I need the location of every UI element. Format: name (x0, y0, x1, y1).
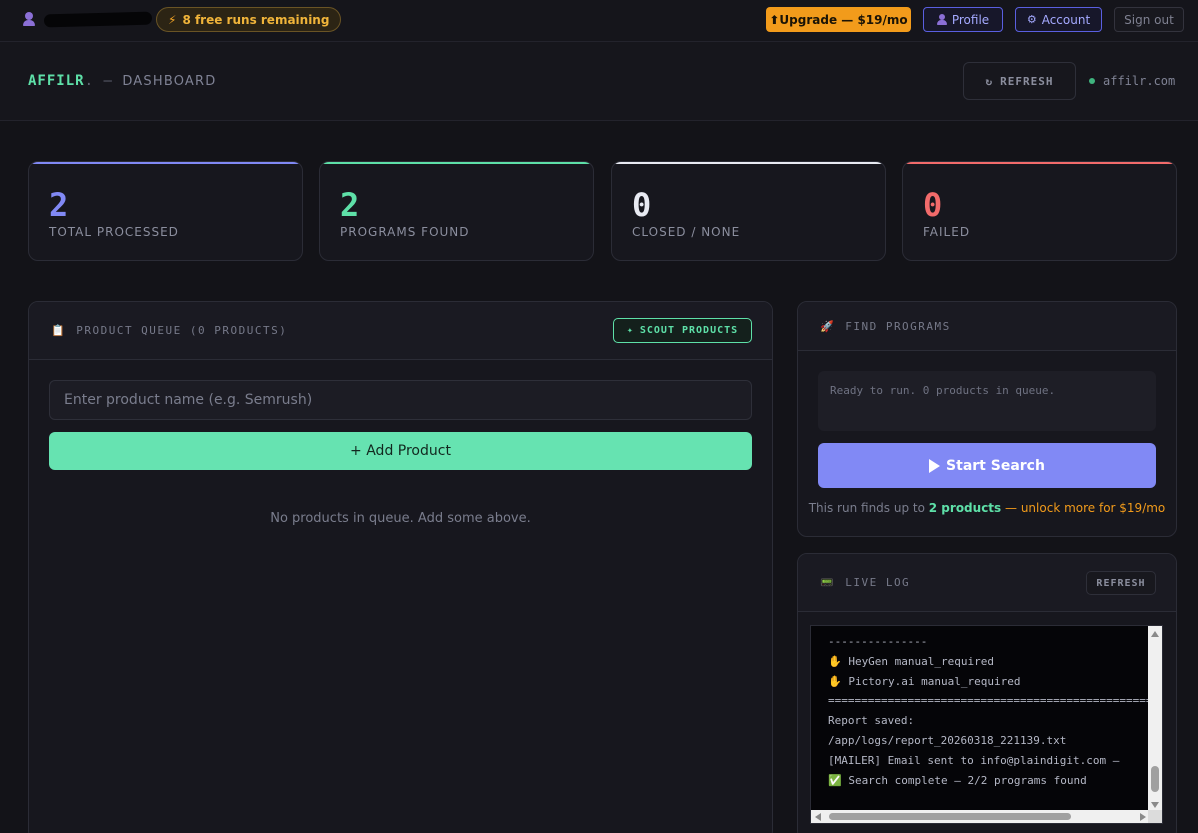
start-search-button[interactable]: Start Search (818, 443, 1156, 488)
profile-button[interactable]: Profile (923, 7, 1003, 32)
logo-text[interactable]: AFFILR (28, 73, 85, 89)
log-line: --------------- (828, 635, 928, 648)
horizontal-scrollbar[interactable] (811, 810, 1150, 823)
log-line: ✅ Search complete — 2/2 programs found (828, 773, 1087, 787)
user-menu[interactable] (22, 11, 153, 27)
log-lines: --------------- ✋ HeyGen manual_required… (828, 632, 1148, 790)
live-log-title-text: LIVE LOG (845, 576, 911, 589)
start-search-label: Start Search (946, 457, 1045, 474)
page-title: DASHBOARD (122, 74, 217, 89)
sparkle-icon: ✦ (626, 325, 634, 336)
stat-accent-bar (612, 162, 885, 164)
logo-dot: . (84, 73, 95, 89)
scroll-right-icon[interactable] (1140, 813, 1146, 821)
live-log-header: 📟 LIVE LOG REFRESH (798, 554, 1176, 612)
find-programs-title-text: FIND PROGRAMS (845, 320, 951, 333)
refresh-icon: ↻ (985, 74, 994, 88)
log-refresh-button[interactable]: REFRESH (1086, 571, 1156, 595)
log-line: [MAILER] Email sent to info@plaindigit.c… (828, 753, 1120, 767)
scrollbar-corner (1148, 810, 1162, 823)
product-queue-panel: 📋 PRODUCT QUEUE (0 PRODUCTS) ✦ SCOUT PRO… (28, 301, 773, 833)
scout-products-button[interactable]: ✦ SCOUT PRODUCTS (613, 318, 752, 343)
add-product-label: + Add Product (350, 443, 451, 459)
scroll-up-icon[interactable] (1151, 631, 1159, 637)
log-line: /app/logs/report_20260318_221139.txt (828, 733, 1067, 747)
stat-label: TOTAL PROCESSED (49, 225, 179, 239)
run-note-count: 2 products (928, 501, 1002, 515)
find-programs-panel: 🚀 FIND PROGRAMS Ready to run. 0 products… (797, 301, 1177, 537)
sign-out-button[interactable]: Sign out (1114, 7, 1184, 32)
page-header: AFFILR. — DASHBOARD ↻ REFRESH affilr.com (0, 42, 1198, 121)
refresh-label: REFRESH (1000, 74, 1054, 88)
stat-card-programs-found: 2 PROGRAMS FOUND (319, 161, 594, 261)
profile-label: Profile (951, 12, 990, 27)
account-button[interactable]: ⚙ Account (1015, 7, 1102, 32)
account-label: Account (1041, 12, 1091, 27)
top-bar: ⚡ 8 free runs remaining ⬆Upgrade — $19/m… (0, 0, 1198, 42)
play-icon (929, 458, 941, 473)
upgrade-button[interactable]: ⬆Upgrade — $19/mo (766, 7, 911, 32)
terminal-icon: 📟 (820, 576, 836, 589)
redacted-username (43, 11, 153, 27)
stat-card-closed-none: 0 CLOSED / NONE (611, 161, 886, 261)
scout-products-label: SCOUT PRODUCTS (639, 325, 739, 336)
free-runs-label: 8 free runs remaining (182, 12, 330, 27)
stat-value: 0 (632, 186, 652, 224)
log-line: ========================================… (828, 694, 1148, 708)
domain-status: affilr.com (1089, 74, 1175, 88)
log-refresh-label: REFRESH (1096, 577, 1146, 589)
stat-label: CLOSED / NONE (632, 225, 741, 239)
stat-label: PROGRAMS FOUND (340, 225, 470, 239)
unlock-more-link[interactable]: — unlock more for $19/mo (1005, 501, 1165, 515)
run-note-prefix: This run finds up to (808, 501, 925, 515)
lightning-icon: ⚡ (168, 12, 177, 27)
person-icon (22, 11, 36, 27)
refresh-button[interactable]: ↻ REFRESH (963, 62, 1076, 100)
vertical-scrollbar[interactable] (1148, 626, 1162, 812)
vertical-scroll-thumb[interactable] (1151, 766, 1159, 792)
find-programs-title: 🚀 FIND PROGRAMS (820, 320, 951, 333)
scroll-left-icon[interactable] (815, 813, 821, 821)
brand-title: AFFILR. — DASHBOARD (28, 73, 216, 89)
stat-value: 0 (923, 186, 943, 224)
live-log-panel: 📟 LIVE LOG REFRESH --------------- ✋ Hey… (797, 553, 1177, 833)
live-log-title: 📟 LIVE LOG (820, 576, 910, 589)
log-line: ✋ HeyGen manual_required (828, 654, 995, 668)
stat-label: FAILED (923, 225, 971, 239)
run-limit-note: This run finds up to 2 products — unlock… (798, 501, 1176, 515)
find-programs-header: 🚀 FIND PROGRAMS (798, 302, 1176, 351)
stat-value: 2 (340, 186, 360, 224)
person-icon (936, 14, 947, 25)
log-output[interactable]: --------------- ✋ HeyGen manual_required… (810, 625, 1163, 824)
log-line: Report saved: (828, 714, 915, 728)
product-name-input[interactable] (49, 380, 752, 420)
product-queue-header: 📋 PRODUCT QUEUE (0 PRODUCTS) ✦ SCOUT PRO… (29, 302, 772, 360)
log-line: ✋ Pictory.ai manual_required (828, 674, 1021, 688)
title-separator: — (103, 73, 113, 89)
sign-out-label: Sign out (1124, 12, 1174, 27)
empty-queue-message: No products in queue. Add some above. (270, 511, 531, 526)
stat-card-failed: 0 FAILED (902, 161, 1177, 261)
product-queue-title-text: PRODUCT QUEUE (0 PRODUCTS) (76, 324, 288, 337)
product-queue-title: 📋 PRODUCT QUEUE (0 PRODUCTS) (51, 324, 287, 337)
stat-accent-bar (320, 162, 593, 164)
add-product-button[interactable]: + Add Product (49, 432, 752, 470)
clipboard-icon: 📋 (51, 324, 67, 337)
status-dot-icon (1089, 78, 1095, 84)
domain-label: affilr.com (1103, 74, 1176, 88)
free-runs-badge: ⚡ 8 free runs remaining (156, 7, 342, 32)
run-status-box: Ready to run. 0 products in queue. (818, 371, 1156, 431)
gear-icon: ⚙ (1026, 13, 1037, 26)
stat-card-total-processed: 2 TOTAL PROCESSED (28, 161, 303, 261)
stat-accent-bar (29, 162, 302, 164)
horizontal-scroll-thumb[interactable] (829, 813, 1071, 820)
stat-value: 2 (49, 186, 69, 224)
stat-accent-bar (903, 162, 1176, 164)
scroll-down-icon[interactable] (1151, 802, 1159, 808)
upgrade-label: ⬆Upgrade — $19/mo (769, 12, 908, 27)
rocket-icon: 🚀 (820, 320, 836, 333)
